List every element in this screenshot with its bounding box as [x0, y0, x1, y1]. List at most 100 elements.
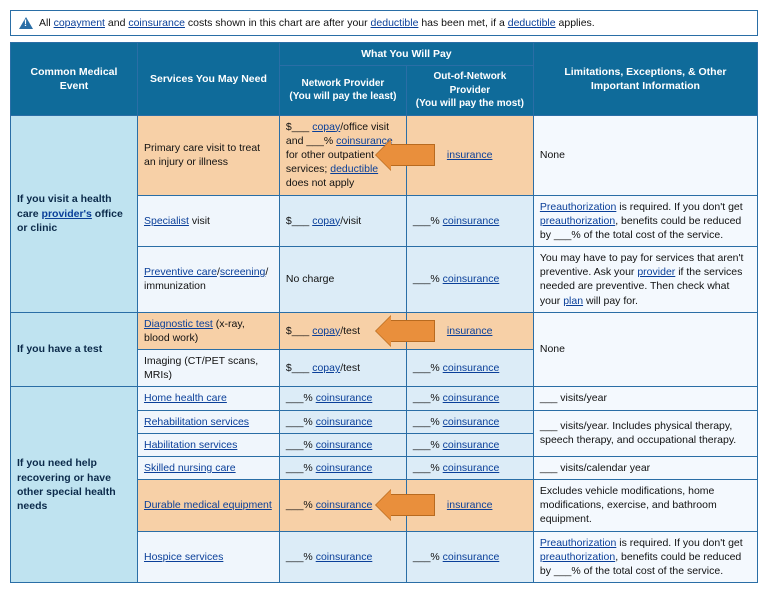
hdr-event: Common Medical Event [11, 43, 138, 116]
event-test: If you have a test [11, 312, 138, 387]
info-banner: All copayment and coinsurance costs show… [10, 10, 758, 36]
benefits-table: Common Medical Event Services You May Ne… [10, 42, 758, 583]
oon-preventive: ___% coinsurance [406, 247, 533, 313]
arrow-icon [389, 144, 435, 166]
coinsurance-link-7[interactable]: coinsurance [443, 392, 500, 404]
svc-hospice: Hospice services [137, 531, 279, 583]
svc-primary: Primary care visit to treat an injury or… [137, 115, 279, 195]
hospice-link[interactable]: Hospice services [144, 551, 223, 563]
coinsurance-link[interactable]: coinsurance [128, 17, 185, 29]
hdr-services: Services You May Need [137, 43, 279, 116]
coinsurance-link-5[interactable]: coinsurance [443, 362, 500, 374]
oon-primary: insurance [406, 115, 533, 195]
habil-link[interactable]: Habilitation services [144, 439, 237, 451]
oon-hospice: ___% coinsurance [406, 531, 533, 583]
preauth-link-4[interactable]: preauthorization [540, 551, 615, 563]
row-primary-care: If you visit a health care provider's of… [11, 115, 758, 195]
hdr-network: Network Provider (You will pay the least… [279, 66, 406, 116]
net-rehab: ___% coinsurance [279, 410, 406, 433]
banner-text: All copayment and coinsurance costs show… [39, 17, 595, 29]
oon-skilled: ___% coinsurance [406, 456, 533, 479]
net-preventive: No charge [279, 247, 406, 313]
arrow-icon [389, 320, 435, 342]
lim-preventive: You may have to pay for services that ar… [533, 247, 757, 313]
home-health-link[interactable]: Home health care [144, 392, 227, 404]
coinsurance-link-11[interactable]: coinsurance [443, 439, 500, 451]
svc-dme: Durable medical equipment [137, 480, 279, 532]
coinsurance-link-9[interactable]: coinsurance [443, 416, 500, 428]
specialist-link[interactable]: Specialist [144, 215, 189, 227]
lim-rehab: ___ visits/year. Includes physical thera… [533, 410, 757, 456]
lim-specialist: Preauthorization is required. If you don… [533, 195, 757, 247]
insurance-link[interactable]: insurance [447, 149, 493, 161]
coinsurance-link-6[interactable]: coinsurance [316, 392, 373, 404]
coinsurance-link-8[interactable]: coinsurance [316, 416, 373, 428]
svc-specialist: Specialist visit [137, 195, 279, 247]
dme-link[interactable]: Durable medical equipment [144, 499, 272, 511]
coinsurance-link-12[interactable]: coinsurance [316, 462, 373, 474]
oon-specialist: ___% coinsurance [406, 195, 533, 247]
preauth-link-3[interactable]: Preauthorization [540, 537, 616, 549]
svc-rehab: Rehabilitation services [137, 410, 279, 433]
net-home: ___% coinsurance [279, 387, 406, 410]
skilled-link[interactable]: Skilled nursing care [144, 462, 236, 474]
event-visit: If you visit a health care provider's of… [11, 115, 138, 312]
lim-home: ___ visits/year [533, 387, 757, 410]
svc-preventive: Preventive care/screening/ immunization [137, 247, 279, 313]
provider-link-2[interactable]: provider [637, 266, 675, 278]
diagnostic-link[interactable]: Diagnostic test [144, 318, 213, 330]
copay-link[interactable]: copay [312, 121, 340, 133]
hdr-limits: Limitations, Exceptions, & Other Importa… [533, 43, 757, 116]
coinsurance-link-13[interactable]: coinsurance [443, 462, 500, 474]
lim-test: None [533, 312, 757, 387]
insurance-link-3[interactable]: insurance [447, 499, 493, 511]
deductible-link[interactable]: deductible [371, 17, 419, 29]
svc-imaging: Imaging (CT/PET scans, MRIs) [137, 350, 279, 387]
alert-icon [19, 17, 33, 29]
coinsurance-link-15[interactable]: coinsurance [316, 551, 373, 563]
plan-link[interactable]: plan [563, 295, 583, 307]
coinsurance-link-4[interactable]: coinsurance [443, 273, 500, 285]
row-home: If you need help recovering or have othe… [11, 387, 758, 410]
screening-link[interactable]: screening [220, 266, 266, 278]
svc-diagnostic: Diagnostic test (x-ray, blood work) [137, 312, 279, 349]
arrow-icon [389, 494, 435, 516]
svc-skilled: Skilled nursing care [137, 456, 279, 479]
svc-habil: Habilitation services [137, 433, 279, 456]
copay-link-3[interactable]: copay [312, 325, 340, 337]
lim-primary: None [533, 115, 757, 195]
net-skilled: ___% coinsurance [279, 456, 406, 479]
net-imaging: $___ copay/test [279, 350, 406, 387]
oon-imaging: ___% coinsurance [406, 350, 533, 387]
deductible-link-3[interactable]: deductible [330, 163, 378, 175]
preauth-link-2[interactable]: preauthorization [540, 215, 615, 227]
preauth-link[interactable]: Preauthorization [540, 201, 616, 213]
coinsurance-link-14[interactable]: coinsurance [316, 499, 373, 511]
preventive-link[interactable]: Preventive care [144, 266, 217, 278]
provider-link[interactable]: provider's [42, 208, 92, 220]
coinsurance-link-3[interactable]: coinsurance [443, 215, 500, 227]
net-habil: ___% coinsurance [279, 433, 406, 456]
lim-skilled: ___ visits/calendar year [533, 456, 757, 479]
copayment-link[interactable]: copayment [54, 17, 105, 29]
row-diagnostic: If you have a test Diagnostic test (x-ra… [11, 312, 758, 349]
oon-habil: ___% coinsurance [406, 433, 533, 456]
event-recover: If you need help recovering or have othe… [11, 387, 138, 583]
lim-hospice: Preauthorization is required. If you don… [533, 531, 757, 583]
deductible-link-2[interactable]: deductible [508, 17, 556, 29]
copay-link-4[interactable]: copay [312, 362, 340, 374]
copay-link-2[interactable]: copay [312, 215, 340, 227]
insurance-link-2[interactable]: insurance [447, 325, 493, 337]
coinsurance-link-10[interactable]: coinsurance [316, 439, 373, 451]
lim-dme: Excludes vehicle modifications, home mod… [533, 480, 757, 532]
net-specialist: $___ copay/visit [279, 195, 406, 247]
hdr-pay-group: What You Will Pay [279, 43, 533, 66]
oon-rehab: ___% coinsurance [406, 410, 533, 433]
oon-home: ___% coinsurance [406, 387, 533, 410]
oon-dme: insurance [406, 480, 533, 532]
rehab-link[interactable]: Rehabilitation services [144, 416, 249, 428]
net-hospice: ___% coinsurance [279, 531, 406, 583]
coinsurance-link-16[interactable]: coinsurance [443, 551, 500, 563]
hdr-oon: Out-of-Network Provider (You will pay th… [406, 66, 533, 116]
oon-diagnostic: insurance [406, 312, 533, 349]
